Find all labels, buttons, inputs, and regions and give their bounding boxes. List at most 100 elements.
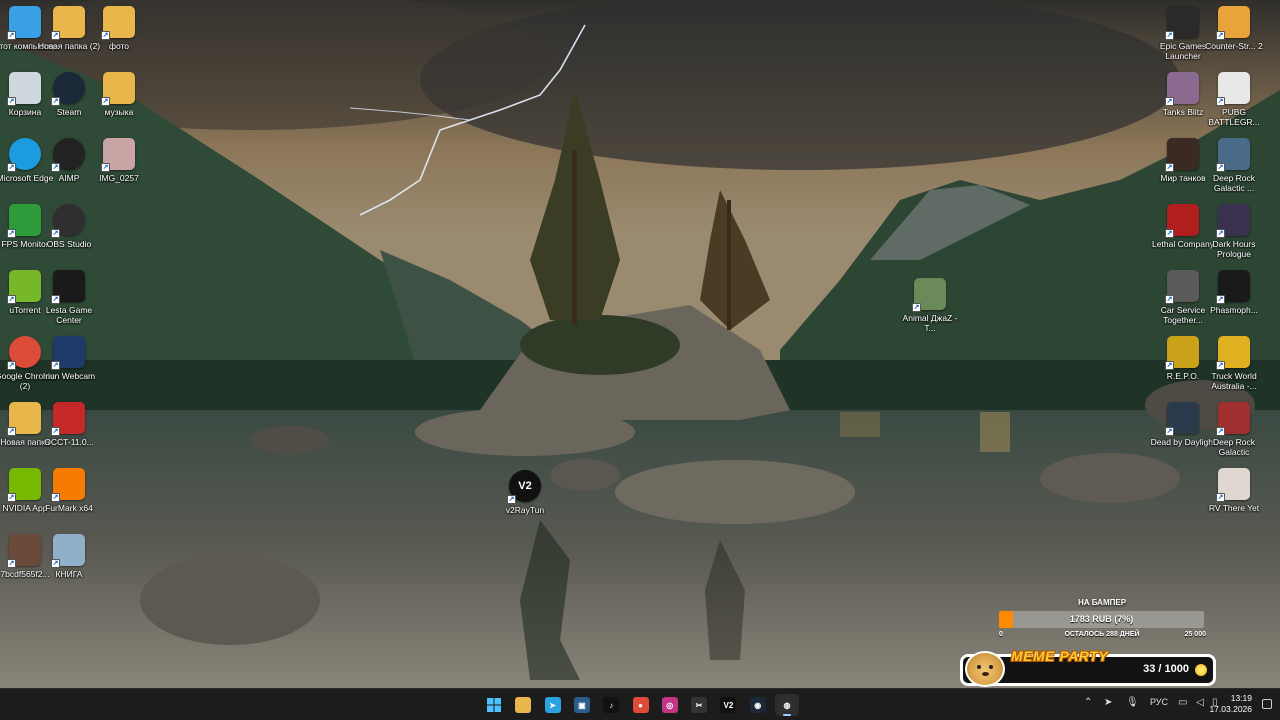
desktop-icon-label: фото: [108, 41, 130, 51]
phasmophobia-icon: ↗: [1216, 270, 1250, 304]
desktop-icon-label: Deep Rock Galactic ...: [1212, 173, 1256, 193]
shortcut-arrow-icon: ↗: [1216, 427, 1225, 436]
right-desktop-icon-11[interactable]: ↗ Truck World Australia -...: [1202, 336, 1266, 398]
taskbar-chrome[interactable]: ●: [629, 694, 653, 716]
shortcut-arrow-icon: ↗: [51, 31, 60, 40]
shortcut-arrow-icon: ↗: [1165, 295, 1174, 304]
taskbar-explorer[interactable]: [511, 694, 535, 716]
shortcut-arrow-icon: ↗: [51, 427, 60, 436]
language-indicator[interactable]: РУС: [1150, 697, 1168, 707]
webcam-icon: ↗: [51, 336, 85, 370]
network-icon[interactable]: ▭: [1178, 697, 1187, 708]
right-desktop-icon-13[interactable]: ↗ Deep Rock Galactic: [1202, 402, 1266, 464]
left-desktop-icon-18[interactable]: ↗ FurMark x64: [37, 468, 101, 530]
left-desktop-icon-12[interactable]: ↗ Lesta Game Center: [37, 270, 101, 332]
shortcut-arrow-icon: ↗: [101, 97, 110, 106]
shortcut-arrow-icon: ↗: [7, 31, 16, 40]
clock-date: 17.03.2026: [1209, 704, 1252, 714]
truck-world-icon: ↗: [1216, 336, 1250, 370]
left-desktop-icon-20[interactable]: ↗ КНИГА: [37, 534, 101, 596]
shortcut-arrow-icon: ↗: [7, 427, 16, 436]
shortcut-arrow-icon: ↗: [1165, 427, 1174, 436]
desktop-icon-label: музыка: [104, 107, 134, 117]
shortcut-arrow-icon: ↗: [507, 495, 516, 504]
repo-icon: ↗: [1165, 336, 1199, 370]
steam-icon: ↗: [51, 72, 85, 106]
v2raytun-icon: V2 ↗: [507, 470, 541, 504]
tray-overflow-chevron-icon[interactable]: ⌃: [1084, 697, 1092, 708]
chrome-icon: ●: [632, 697, 649, 713]
bumper-progress-bar: 1783 RUB (7%): [999, 611, 1204, 628]
tray-telegram-icon[interactable]: ➤: [1104, 697, 1112, 708]
counter-strike-icon: ↗: [1216, 6, 1250, 40]
right-desktop-icon-3[interactable]: ↗ PUBG BATTLEGR...: [1202, 72, 1266, 134]
microphone-icon[interactable]: 🎙: [1126, 697, 1139, 708]
steam-icon: ◉: [749, 697, 766, 713]
taskbar-store[interactable]: ▣: [570, 694, 594, 716]
taskbar-v2raytun[interactable]: V2: [716, 694, 740, 716]
desktop-icon-label: PUBG BATTLEGR...: [1208, 107, 1260, 127]
taskbar: ➤ ▣ ♪ ● ◎ ✂ V2 ◉ ◍ ⌃ ➤ 🎙 РУС ▭ ◁ ▯ 13:19 17.03.2…: [0, 688, 1280, 720]
occt-icon: ↗: [51, 402, 85, 436]
desktop-icon-label: v2RayTun: [505, 505, 545, 515]
left-desktop-icon-10[interactable]: ↗ OBS Studio: [37, 204, 101, 266]
deep-rock-icon: ↗: [1216, 138, 1250, 172]
left-desktop-icon-16[interactable]: ↗ OCCT-11.0...: [37, 402, 101, 464]
dead-by-daylight-icon: ↗: [1165, 402, 1199, 436]
right-desktop-icon-1[interactable]: ↗ Counter-Str... 2: [1202, 6, 1266, 68]
shortcut-arrow-icon: ↗: [51, 229, 60, 238]
bumper-max-value: 25 000: [1184, 631, 1206, 638]
desktop-icon-label: OCCT-11.0...: [44, 437, 94, 447]
folder-icon: ↗: [101, 6, 135, 40]
shortcut-arrow-icon: ↗: [912, 303, 921, 312]
right-desktop-icon-5[interactable]: ↗ Deep Rock Galactic ...: [1202, 138, 1266, 200]
shortcut-arrow-icon: ↗: [1165, 31, 1174, 40]
shortcut-arrow-icon: ↗: [7, 493, 16, 502]
left-desktop-icon-5[interactable]: ↗ музыка: [87, 72, 151, 134]
bumper-amount: 1783 RUB (7%): [1069, 614, 1134, 624]
shortcut-arrow-icon: ↗: [51, 97, 60, 106]
folder-icon: ↗: [101, 72, 135, 106]
desktop-icon-label: Dark Hours Prologue: [1212, 239, 1256, 259]
taskbar-capcut[interactable]: ✂: [687, 694, 711, 716]
taskbar-obs[interactable]: ◍: [775, 694, 799, 716]
shortcut-arrow-icon: ↗: [51, 361, 60, 370]
left-desktop-icon-14[interactable]: ↗ Iriun Webcam: [37, 336, 101, 398]
start-button[interactable]: [482, 694, 506, 716]
capcut-icon: ✂: [691, 697, 708, 713]
meme-party-counter: 33 / 1000: [1143, 663, 1189, 675]
epic-games-icon: ↗: [1165, 6, 1199, 40]
furmark-icon: ↗: [51, 468, 85, 502]
desktop-icon-label: Iriun Webcam: [42, 371, 96, 381]
desktop-icon-label: Truck World Australia -...: [1211, 371, 1257, 391]
left-desktop-icon-8[interactable]: ↗ IMG_0257: [87, 138, 151, 200]
image-file-icon: ↗: [51, 534, 85, 568]
car-service-icon: ↗: [1165, 270, 1199, 304]
taskbar-instagram[interactable]: ◎: [658, 694, 682, 716]
free-desktop-icon-1[interactable]: V2 ↗ v2RayTun: [493, 470, 557, 532]
notification-bell-icon[interactable]: [1262, 699, 1272, 709]
video-file-icon: ↗: [912, 278, 946, 312]
left-desktop-icon-2[interactable]: ↗ фото: [87, 6, 151, 68]
volume-icon[interactable]: ◁: [1196, 697, 1204, 708]
image-file-icon: ↗: [101, 138, 135, 172]
right-desktop-icon-9[interactable]: ↗ Phasmoph...: [1202, 270, 1266, 332]
taskbar-telegram[interactable]: ➤: [541, 694, 565, 716]
tanks-blitz-icon: ↗: [1165, 72, 1199, 106]
free-desktop-icon-0[interactable]: ↗ Animal ДжаZ - T...: [898, 278, 962, 340]
system-clock[interactable]: 13:19 17.03.2026: [1209, 693, 1252, 715]
right-desktop-icon-7[interactable]: ↗ Dark Hours Prologue: [1202, 204, 1266, 266]
shortcut-arrow-icon: ↗: [1216, 163, 1225, 172]
instagram-icon: ◎: [661, 697, 678, 713]
right-desktop-icon-14[interactable]: ↗ RV There Yet: [1202, 468, 1266, 530]
meme-party-widget: MEME PARTY 33 / 1000: [960, 648, 1216, 687]
shortcut-arrow-icon: ↗: [101, 163, 110, 172]
wallpaper-landscape: [0, 0, 1280, 688]
coin-icon: [1195, 664, 1207, 676]
taskbar-steam[interactable]: ◉: [746, 694, 770, 716]
windows-icon: [486, 697, 502, 713]
shortcut-arrow-icon: ↗: [1165, 229, 1174, 238]
taskbar-tiktok[interactable]: ♪: [599, 694, 623, 716]
rv-there-yet-icon: ↗: [1216, 468, 1250, 502]
bumper-widget: НА БАМПЕР 1783 RUB (7%) 0 ОСТАЛОСЬ 288 Д…: [996, 598, 1208, 644]
